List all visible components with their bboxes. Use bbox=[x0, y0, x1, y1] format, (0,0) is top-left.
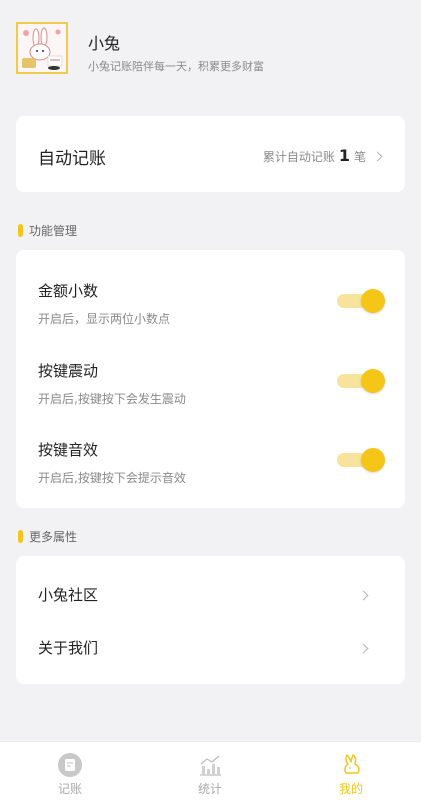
setting-row-decimal: 金额小数 开启后，显示两位小数点 bbox=[38, 280, 385, 350]
auto-record-summary: 累计自动记账 1 笔 bbox=[262, 146, 383, 165]
auto-record-card[interactable]: 自动记账 累计自动记账 1 笔 bbox=[16, 116, 405, 192]
about-us-label: 关于我们 bbox=[38, 639, 99, 657]
section-features-title: 功能管理 bbox=[29, 224, 78, 238]
auto-record-suffix: 笔 bbox=[353, 150, 366, 164]
community-link[interactable]: 小兔社区 bbox=[38, 574, 383, 614]
bottom-tab-bar: 记账 统计 我的 bbox=[0, 741, 421, 800]
tab-record[interactable]: 记账 bbox=[0, 742, 140, 800]
section-marker bbox=[18, 224, 23, 237]
profile-subtitle: 小兔记账陪伴每一天，积累更多财富 bbox=[88, 60, 264, 73]
setting-description: 开启后,按键按下会发生震动 bbox=[38, 392, 186, 406]
toggle-knob bbox=[361, 289, 385, 313]
section-more-title: 更多属性 bbox=[29, 530, 78, 544]
setting-title: 按键音效 bbox=[38, 441, 99, 459]
auto-record-prefix: 累计自动记账 bbox=[262, 150, 335, 164]
tab-statistics-label: 统计 bbox=[197, 782, 222, 796]
decimal-toggle[interactable] bbox=[337, 289, 385, 313]
chevron-right-icon bbox=[358, 643, 369, 654]
setting-description: 开启后，显示两位小数点 bbox=[38, 312, 171, 326]
avatar[interactable] bbox=[16, 22, 68, 74]
profile-header[interactable]: 小兔 小兔记账陪伴每一天，积累更多财富 bbox=[16, 22, 406, 80]
setting-title: 金额小数 bbox=[38, 282, 99, 300]
tab-record-label: 记账 bbox=[57, 782, 82, 796]
section-features-label: 功能管理 bbox=[18, 222, 77, 239]
toggle-knob bbox=[361, 369, 385, 393]
chevron-right-icon bbox=[372, 151, 383, 162]
toggle-knob bbox=[361, 448, 385, 472]
rabbit-icon bbox=[344, 754, 360, 774]
section-marker bbox=[18, 530, 23, 543]
tab-mine[interactable]: 我的 bbox=[281, 742, 421, 800]
notebook-icon bbox=[58, 753, 82, 777]
setting-title: 按键震动 bbox=[38, 362, 99, 380]
more-card: 小兔社区 关于我们 bbox=[16, 556, 405, 684]
setting-description: 开启后,按键按下会提示音效 bbox=[38, 471, 186, 485]
auto-record-title: 自动记账 bbox=[38, 149, 106, 169]
section-more-label: 更多属性 bbox=[18, 528, 77, 545]
tab-statistics[interactable]: 统计 bbox=[140, 742, 280, 800]
tab-mine-label: 我的 bbox=[338, 782, 363, 796]
profile-name: 小兔 bbox=[88, 34, 121, 53]
sound-toggle[interactable] bbox=[337, 448, 385, 472]
chart-icon bbox=[200, 755, 221, 776]
chevron-right-icon bbox=[358, 590, 369, 601]
setting-row-vibration: 按键震动 开启后,按键按下会发生震动 bbox=[38, 360, 385, 430]
setting-row-sound: 按键音效 开启后,按键按下会提示音效 bbox=[38, 439, 385, 509]
community-label: 小兔社区 bbox=[38, 586, 99, 604]
features-card: 金额小数 开启后，显示两位小数点 按键震动 开启后,按键按下会发生震动 按键音效… bbox=[16, 250, 405, 508]
vibration-toggle[interactable] bbox=[337, 369, 385, 393]
about-us-link[interactable]: 关于我们 bbox=[38, 627, 383, 667]
auto-record-count: 1 bbox=[338, 146, 350, 165]
